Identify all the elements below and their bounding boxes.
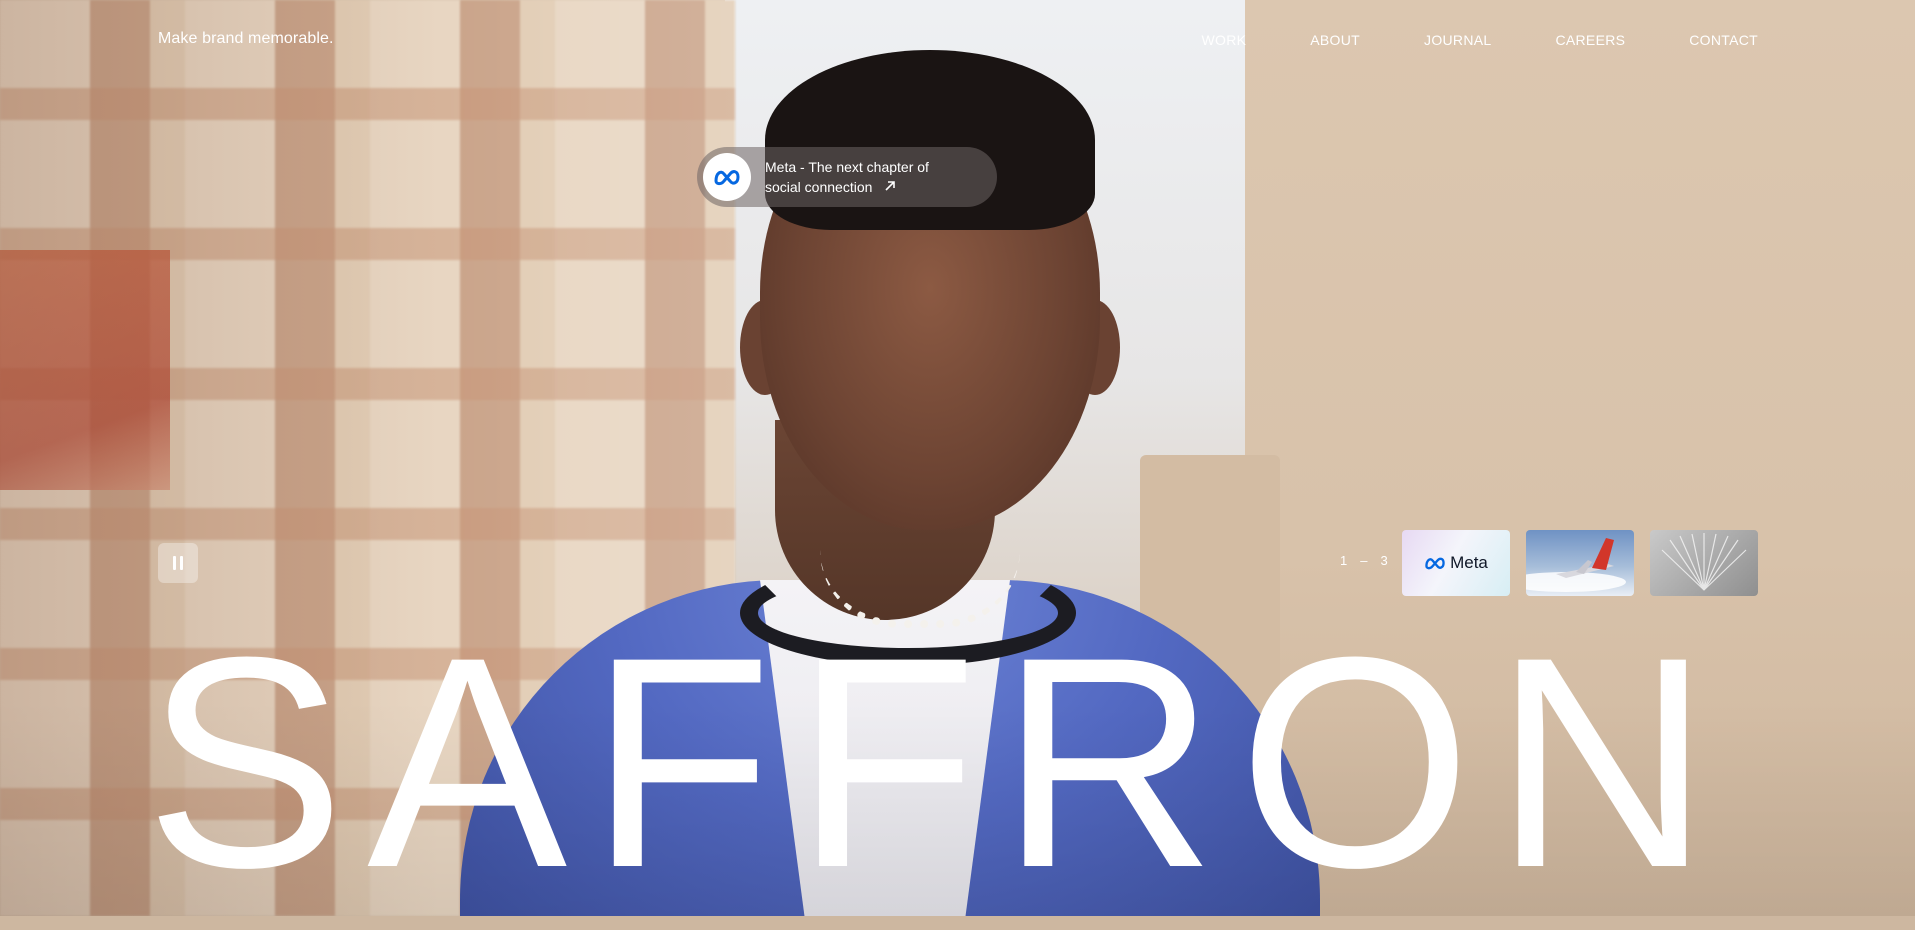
featured-line-1: Meta - The next chapter of (765, 159, 929, 175)
pause-icon-bar (180, 556, 183, 570)
slide-current: 1 (1340, 553, 1349, 568)
slide-counter: 1–3 (1334, 553, 1395, 568)
meta-logo-icon (1425, 557, 1445, 570)
sculpture-image (1661, 533, 1747, 591)
thumbnail-sculpture[interactable] (1650, 530, 1758, 596)
thumbnail-airplane[interactable] (1526, 530, 1634, 596)
nav-careers[interactable]: CAREERS (1555, 32, 1625, 48)
hero-wordmark: SAFFRON (145, 594, 1733, 930)
arrow-up-right-icon (884, 177, 896, 197)
slide-total: 3 (1380, 553, 1389, 568)
thumbnail-meta-label: Meta (1450, 553, 1488, 572)
pause-button[interactable] (158, 543, 198, 583)
featured-project-text: Meta - The next chapter of social connec… (765, 157, 929, 197)
nav-about[interactable]: ABOUT (1310, 32, 1360, 48)
airplane-image (1526, 538, 1626, 592)
featured-line-2: social connection (765, 179, 873, 195)
thumbnail-meta[interactable]: Meta (1402, 530, 1510, 596)
pause-icon (173, 556, 176, 570)
nav-journal[interactable]: JOURNAL (1424, 32, 1491, 48)
featured-line-2-row: social connection (765, 177, 929, 197)
slide-separator: – (1360, 553, 1369, 568)
brand-tagline[interactable]: Make brand memorable. (158, 30, 334, 48)
meta-logo-icon (703, 153, 751, 201)
featured-project-pill[interactable]: Meta - The next chapter of social connec… (697, 147, 997, 207)
nav-contact[interactable]: CONTACT (1689, 32, 1758, 48)
nav-work[interactable]: WORK (1202, 32, 1247, 48)
main-nav: WORK ABOUT JOURNAL CAREERS CONTACT (1138, 32, 1758, 48)
